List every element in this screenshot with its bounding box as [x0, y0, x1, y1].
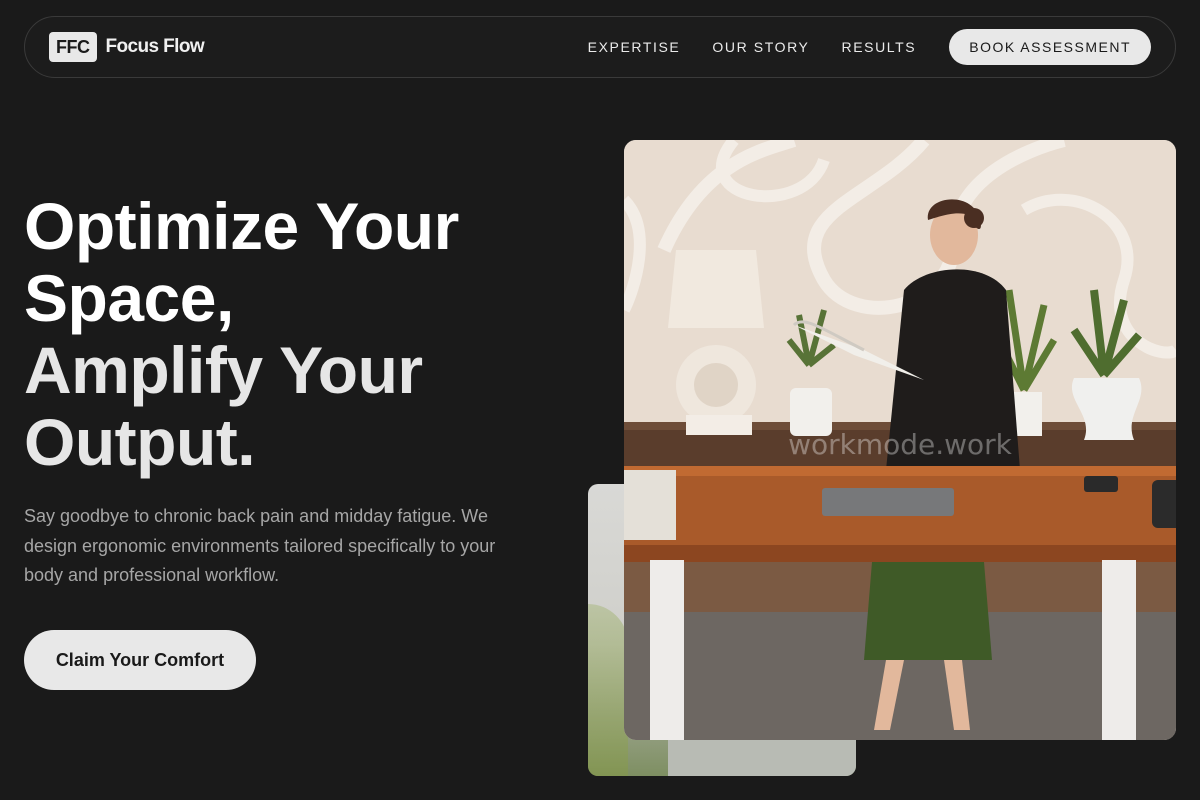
brand-name: Focus Flow — [105, 36, 205, 57]
nav-link-expertise[interactable]: EXPERTISE — [588, 39, 681, 55]
landing-page: FFC Focus Flow EXPERTISE OUR STORY RESUL… — [0, 0, 1200, 800]
chair-shape — [668, 734, 856, 776]
claim-comfort-button[interactable]: Claim Your Comfort — [24, 630, 256, 690]
nav-link-our-story[interactable]: OUR STORY — [712, 39, 809, 55]
photo-watermark: workmode.work — [788, 428, 1012, 461]
book-assessment-button[interactable]: BOOK ASSESSMENT — [949, 29, 1151, 65]
headline-line-4: Output. — [24, 405, 256, 479]
plant-leaf-shape — [588, 604, 628, 776]
headline-line-1: Optimize Your — [24, 189, 459, 263]
top-navbar: FFC Focus Flow EXPERTISE OUR STORY RESUL… — [24, 16, 1176, 78]
hero-headline: Optimize Your Space, Amplify Your Output… — [24, 190, 564, 478]
headline-line-3: Amplify Your — [24, 333, 423, 407]
nav-links: EXPERTISE OUR STORY RESULTS BOOK ASSESSM… — [556, 29, 1151, 65]
hero-subtext: Say goodbye to chronic back pain and mid… — [24, 506, 496, 585]
headline-line-2: Space, — [24, 261, 234, 335]
brand-logo[interactable]: FFC Focus Flow — [49, 32, 205, 62]
nav-link-results[interactable]: RESULTS — [842, 39, 917, 55]
brand-badge: FFC — [49, 32, 97, 62]
hero-photo: workmode.work — [624, 140, 1176, 740]
